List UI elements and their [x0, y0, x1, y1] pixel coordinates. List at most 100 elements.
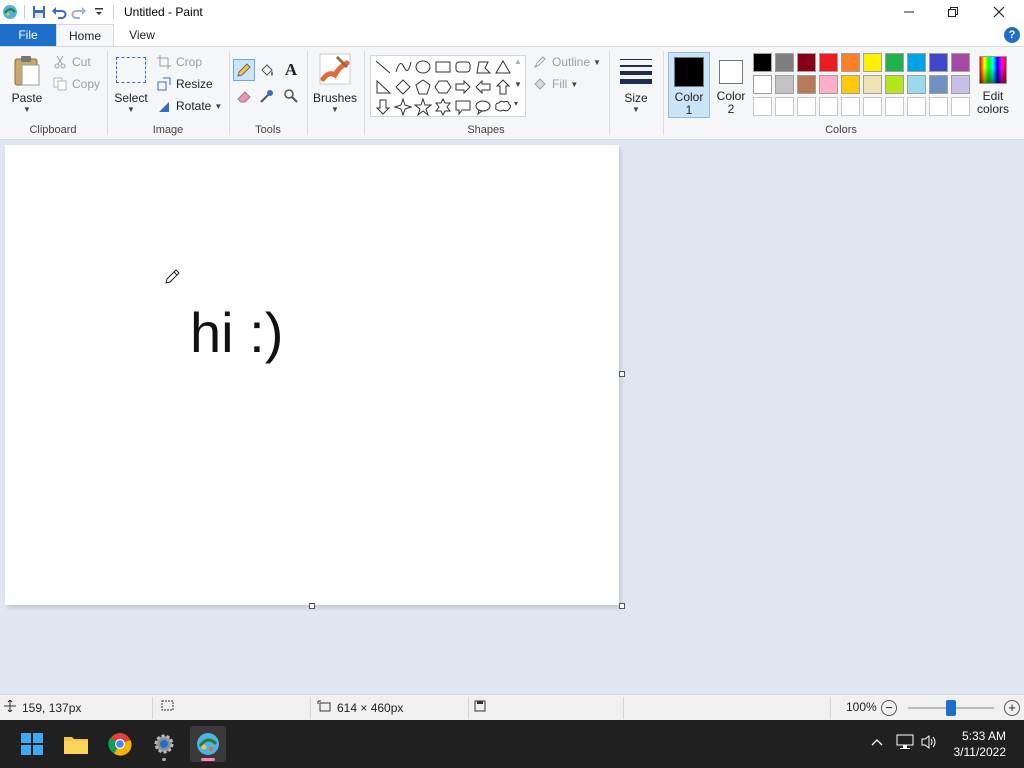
palette-swatch[interactable]	[819, 53, 838, 72]
select-button[interactable]: Select ▼	[112, 53, 150, 115]
fill-button[interactable]: Fill ▼	[532, 75, 578, 93]
zoom-out-button[interactable]: −	[881, 700, 897, 716]
palette-swatch[interactable]	[863, 97, 882, 116]
palette-swatch[interactable]	[775, 97, 794, 116]
hexagon-shape-icon[interactable]	[433, 77, 453, 97]
color1-button[interactable]: Color 1	[668, 52, 710, 118]
color2-button[interactable]: Color 2	[712, 52, 750, 118]
paste-button[interactable]: Paste ▼	[8, 53, 46, 115]
palette-swatch[interactable]	[951, 53, 970, 72]
zoom-in-button[interactable]: +	[1004, 700, 1020, 716]
paint-taskbar-icon[interactable]	[190, 726, 226, 762]
up-arrow-shape-icon[interactable]	[493, 77, 513, 97]
customize-quick-access-icon[interactable]	[89, 1, 109, 23]
show-hidden-icons[interactable]	[870, 736, 884, 751]
resize-handle-right[interactable]	[619, 371, 625, 377]
resize-handle-corner[interactable]	[619, 603, 625, 609]
undo-icon[interactable]	[49, 1, 69, 23]
eraser-icon[interactable]	[233, 85, 255, 107]
volume-icon[interactable]	[920, 734, 938, 753]
triangle-shape-icon[interactable]	[493, 57, 513, 77]
palette-swatch[interactable]	[885, 53, 904, 72]
paint-app-icon[interactable]	[0, 1, 20, 23]
palette-swatch[interactable]	[951, 75, 970, 94]
cloud-callout-shape-icon[interactable]	[493, 97, 513, 117]
help-icon[interactable]: ?	[1004, 27, 1020, 43]
edit-colors-button[interactable]: Edit colors	[974, 52, 1012, 118]
palette-swatch[interactable]	[907, 75, 926, 94]
brushes-button[interactable]: Brushes ▼	[312, 53, 358, 115]
palette-swatch[interactable]	[863, 53, 882, 72]
palette-swatch[interactable]	[929, 97, 948, 116]
palette-swatch[interactable]	[797, 75, 816, 94]
palette-swatch[interactable]	[885, 75, 904, 94]
palette-swatch[interactable]	[951, 97, 970, 116]
maximize-button[interactable]	[930, 0, 976, 24]
outline-button[interactable]: Outline ▼	[532, 53, 601, 71]
tab-home[interactable]: Home	[56, 24, 114, 46]
polygon-shape-icon[interactable]	[473, 57, 493, 77]
pentagon-shape-icon[interactable]	[413, 77, 433, 97]
palette-swatch[interactable]	[929, 53, 948, 72]
rotate-button[interactable]: Rotate ▼	[156, 97, 222, 115]
right-triangle-shape-icon[interactable]	[373, 77, 393, 97]
six-point-star-shape-icon[interactable]	[433, 97, 453, 117]
palette-swatch[interactable]	[797, 53, 816, 72]
palette-swatch[interactable]	[753, 75, 772, 94]
start-windows-icon[interactable]	[14, 726, 50, 762]
palette-swatch[interactable]	[907, 53, 926, 72]
magnifier-icon[interactable]	[280, 85, 302, 107]
palette-swatch[interactable]	[753, 53, 772, 72]
zoom-slider[interactable]	[908, 700, 994, 716]
line-shape-icon[interactable]	[373, 57, 393, 77]
palette-swatch[interactable]	[775, 53, 794, 72]
rectangle-shape-icon[interactable]	[433, 57, 453, 77]
curve-shape-icon[interactable]	[393, 57, 413, 77]
system-clock[interactable]: 5:33 AM 3/11/2022	[954, 728, 1007, 760]
tab-file[interactable]: File	[0, 24, 56, 46]
palette-swatch[interactable]	[841, 97, 860, 116]
tab-view[interactable]: View	[114, 24, 170, 46]
five-point-star-shape-icon[interactable]	[413, 97, 433, 117]
close-button[interactable]	[976, 0, 1022, 24]
palette-swatch[interactable]	[841, 75, 860, 94]
settings-gear-icon[interactable]	[146, 726, 182, 762]
palette-swatch[interactable]	[753, 97, 772, 116]
palette-swatch[interactable]	[907, 97, 926, 116]
resize-button[interactable]: Resize	[156, 75, 213, 93]
zoom-slider-thumb[interactable]	[946, 700, 956, 716]
fill-bucket-icon[interactable]	[256, 59, 278, 81]
color-picker-icon[interactable]	[256, 85, 278, 107]
four-point-star-shape-icon[interactable]	[393, 97, 413, 117]
minimize-button[interactable]	[886, 0, 932, 24]
rounded-rectangle-shape-icon[interactable]	[453, 57, 473, 77]
crop-button[interactable]: Crop	[156, 53, 202, 71]
shapes-expand[interactable]: ▾	[514, 99, 518, 108]
palette-swatch[interactable]	[863, 75, 882, 94]
palette-swatch[interactable]	[885, 97, 904, 116]
rectangular-callout-shape-icon[interactable]	[453, 97, 473, 117]
file-explorer-icon[interactable]	[58, 726, 94, 762]
network-icon[interactable]	[896, 734, 914, 753]
left-arrow-shape-icon[interactable]	[473, 77, 493, 97]
resize-handle-bottom[interactable]	[309, 603, 315, 609]
palette-swatch[interactable]	[797, 97, 816, 116]
right-arrow-shape-icon[interactable]	[453, 77, 473, 97]
shapes-scroll-up[interactable]: ▲	[514, 57, 522, 66]
shapes-scroll-down[interactable]: ▼	[514, 80, 522, 89]
palette-swatch[interactable]	[819, 97, 838, 116]
save-icon[interactable]	[29, 1, 49, 23]
copy-button[interactable]: Copy	[52, 75, 100, 93]
redo-icon[interactable]	[69, 1, 89, 23]
drawing-canvas[interactable]: hi :)	[5, 145, 619, 605]
chrome-icon[interactable]	[102, 726, 138, 762]
palette-swatch[interactable]	[819, 75, 838, 94]
oval-shape-icon[interactable]	[413, 57, 433, 77]
text-tool-icon[interactable]: A	[280, 59, 302, 81]
size-button[interactable]: Size ▼	[614, 53, 658, 115]
oval-callout-shape-icon[interactable]	[473, 97, 493, 117]
down-arrow-shape-icon[interactable]	[373, 97, 393, 117]
palette-swatch[interactable]	[775, 75, 794, 94]
diamond-shape-icon[interactable]	[393, 77, 413, 97]
pencil-tool-icon[interactable]	[233, 59, 255, 81]
